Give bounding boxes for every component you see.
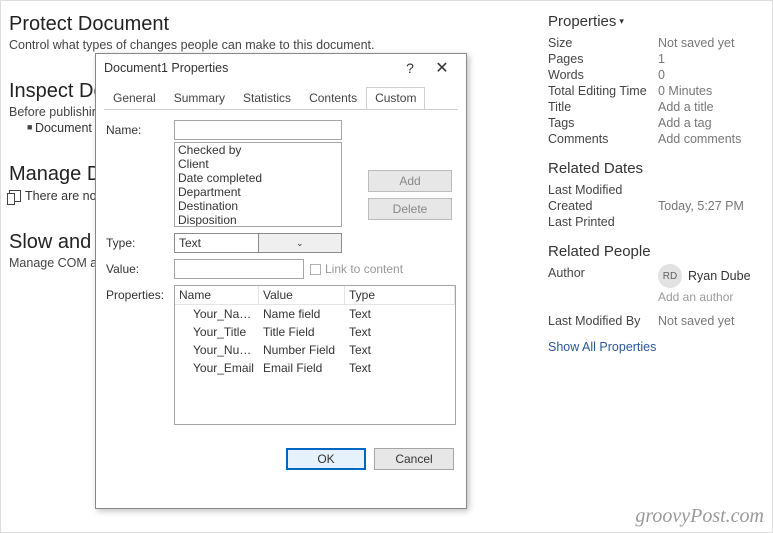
- prop-label: Total Editing Time: [548, 84, 658, 98]
- prop-label: Tags: [548, 116, 658, 130]
- last-modified-by-label: Last Modified By: [548, 314, 658, 328]
- col-type[interactable]: Type: [345, 286, 455, 305]
- related-dates-header: Related Dates: [548, 160, 758, 177]
- add-author-link[interactable]: Add an author: [658, 290, 758, 304]
- type-combobox[interactable]: Text⌄: [174, 233, 342, 253]
- date-label: Created: [548, 199, 658, 213]
- chevron-down-icon: ▾: [619, 16, 624, 27]
- prop-value[interactable]: Add a title: [658, 100, 714, 114]
- name-suggestion-list[interactable]: Checked byClientDate completedDepartment…: [174, 142, 342, 227]
- prop-label: Pages: [548, 52, 658, 66]
- col-name[interactable]: Name: [175, 286, 259, 305]
- name-input[interactable]: [174, 120, 342, 140]
- document-properties-dialog: Document1 Properties ? ✕ GeneralSummaryS…: [95, 53, 467, 509]
- value-label: Value:: [106, 259, 174, 276]
- tab-custom[interactable]: Custom: [366, 87, 425, 109]
- list-item[interactable]: Destination: [175, 199, 341, 213]
- name-label: Name:: [106, 120, 174, 137]
- properties-header[interactable]: Properties▾: [548, 13, 758, 30]
- list-item[interactable]: Department: [175, 185, 341, 199]
- type-label: Type:: [106, 233, 174, 250]
- link-to-content-checkbox[interactable]: Link to content: [310, 262, 403, 276]
- date-label: Last Printed: [548, 215, 658, 229]
- author-name: Ryan Dube: [688, 269, 751, 283]
- list-item[interactable]: Disposition: [175, 213, 341, 227]
- properties-table[interactable]: Name Value Type Your_NameName fieldTextY…: [174, 285, 456, 425]
- table-row[interactable]: Your_EmailEmail FieldText: [175, 359, 455, 377]
- table-row[interactable]: Your_NameName fieldText: [175, 305, 455, 323]
- show-all-properties-link[interactable]: Show All Properties: [548, 340, 656, 354]
- help-button[interactable]: ?: [394, 60, 426, 76]
- document-icon: [9, 190, 21, 202]
- related-people-header: Related People: [548, 243, 758, 260]
- ok-button[interactable]: OK: [286, 448, 366, 470]
- list-item[interactable]: Client: [175, 157, 341, 171]
- cancel-button[interactable]: Cancel: [374, 448, 454, 470]
- author-label: Author: [548, 266, 658, 280]
- list-item[interactable]: Checked by: [175, 143, 341, 157]
- prop-value[interactable]: 0: [658, 68, 665, 82]
- col-value[interactable]: Value: [259, 286, 345, 305]
- chevron-down-icon: ⌄: [258, 234, 342, 252]
- value-input[interactable]: [174, 259, 304, 279]
- protect-document-desc: Control what types of changes people can…: [9, 38, 538, 52]
- prop-label: Size: [548, 36, 658, 50]
- date-label: Last Modified: [548, 183, 658, 197]
- prop-value[interactable]: Not saved yet: [658, 36, 734, 50]
- table-row[interactable]: Your_Nu…Number FieldText: [175, 341, 455, 359]
- dialog-title: Document1 Properties: [104, 61, 394, 75]
- table-row[interactable]: Your_TitleTitle FieldText: [175, 323, 455, 341]
- prop-value[interactable]: Add a tag: [658, 116, 712, 130]
- tab-summary[interactable]: Summary: [165, 87, 234, 109]
- protect-document-title: Protect Document: [9, 13, 538, 36]
- prop-value[interactable]: 0 Minutes: [658, 84, 712, 98]
- prop-value[interactable]: Add comments: [658, 132, 741, 146]
- tab-contents[interactable]: Contents: [300, 87, 366, 109]
- prop-label: Title: [548, 100, 658, 114]
- prop-label: Words: [548, 68, 658, 82]
- tab-statistics[interactable]: Statistics: [234, 87, 300, 109]
- last-modified-by-value: Not saved yet: [658, 314, 734, 328]
- delete-button[interactable]: Delete: [368, 198, 452, 220]
- list-item[interactable]: Date completed: [175, 171, 341, 185]
- prop-value[interactable]: 1: [658, 52, 665, 66]
- tab-general[interactable]: General: [104, 87, 165, 109]
- avatar: RD: [658, 264, 682, 288]
- prop-label: Comments: [548, 132, 658, 146]
- date-value: Today, 5:27 PM: [658, 199, 744, 213]
- close-button[interactable]: ✕: [426, 58, 458, 78]
- add-button[interactable]: Add: [368, 170, 452, 192]
- properties-label: Properties:: [106, 285, 174, 425]
